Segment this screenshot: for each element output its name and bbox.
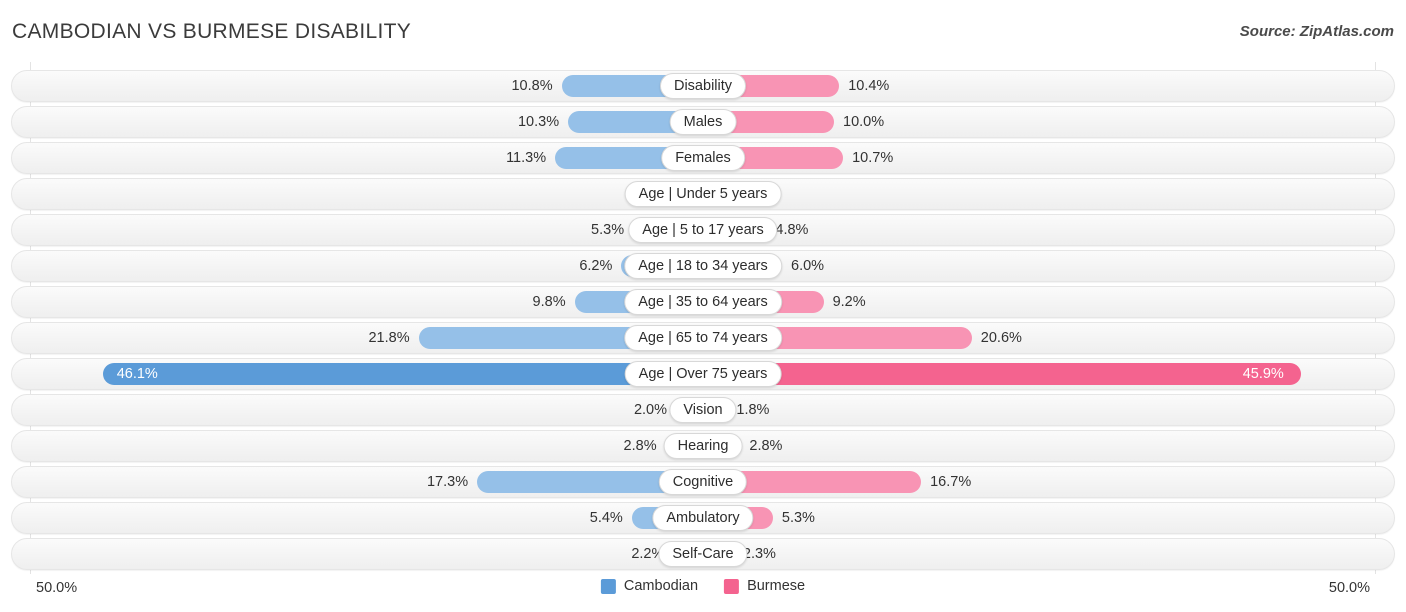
source-label: Source: ZipAtlas.com bbox=[1239, 23, 1394, 40]
value-label-cambodian: 5.4% bbox=[589, 510, 623, 526]
value-label-cambodian: 2.8% bbox=[623, 438, 657, 454]
table-row[interactable]: 46.1% 45.9% Age | Over 75 years bbox=[11, 358, 1395, 390]
table-row[interactable]: 21.8% 20.6% Age | 65 to 74 years bbox=[11, 322, 1395, 354]
row-category-label[interactable]: Males bbox=[669, 109, 737, 135]
value-label-cambodian: 2.0% bbox=[633, 402, 667, 418]
row-category-label[interactable]: Ambulatory bbox=[652, 505, 754, 531]
value-label-burmese: 10.7% bbox=[852, 150, 894, 166]
value-label-cambodian: 10.8% bbox=[511, 78, 553, 94]
value-label-cambodian: 10.3% bbox=[517, 114, 560, 130]
legend: Cambodian Burmese bbox=[600, 578, 805, 594]
value-label-burmese: 9.2% bbox=[832, 294, 866, 310]
legend-label: Cambodian bbox=[623, 578, 699, 594]
bar-cambodian[interactable] bbox=[102, 363, 702, 385]
legend-item[interactable]: Burmese bbox=[724, 578, 805, 594]
value-label-burmese: 1.8% bbox=[736, 402, 770, 418]
table-row[interactable]: 17.3% 16.7% Cognitive bbox=[11, 466, 1395, 498]
legend-swatch-icon bbox=[600, 578, 616, 594]
row-category-label[interactable]: Disability bbox=[659, 73, 747, 99]
legend-swatch-icon bbox=[724, 578, 740, 594]
value-label-burmese: 45.9% bbox=[1242, 366, 1284, 382]
table-row[interactable]: 2.8% 2.8% Hearing bbox=[11, 430, 1395, 462]
table-row[interactable]: 6.2% 6.0% Age | 18 to 34 years bbox=[11, 250, 1395, 282]
value-label-cambodian: 46.1% bbox=[116, 366, 158, 382]
value-label-cambodian: 11.3% bbox=[506, 150, 547, 166]
value-label-burmese: 16.7% bbox=[930, 474, 972, 490]
table-row[interactable]: 10.3% 10.0% Males bbox=[11, 106, 1395, 138]
value-label-cambodian: 17.3% bbox=[426, 474, 469, 490]
chart-plot-area: 10.8% 10.4% Disability 10.3% 10.0% Males 11.3%… bbox=[0, 62, 1406, 574]
row-category-label[interactable]: Age | 65 to 74 years bbox=[624, 325, 782, 351]
chart-root: CAMBODIAN VS BURMESE DISABILITY Source: … bbox=[0, 0, 1406, 612]
table-row[interactable]: 5.3% 4.8% Age | 5 to 17 years bbox=[11, 214, 1395, 246]
value-label-cambodian: 9.8% bbox=[532, 294, 566, 310]
legend-item[interactable]: Cambodian bbox=[600, 578, 699, 594]
value-label-burmese: 4.8% bbox=[775, 222, 809, 238]
chart-header: CAMBODIAN VS BURMESE DISABILITY Source: … bbox=[0, 0, 1406, 62]
row-category-label[interactable]: Age | Over 75 years bbox=[624, 361, 782, 387]
axis-max-left-label: 50.0% bbox=[36, 580, 78, 596]
row-category-label[interactable]: Vision bbox=[669, 397, 737, 423]
row-category-label[interactable]: Age | 35 to 64 years bbox=[624, 289, 782, 315]
table-row[interactable]: 11.3% 10.7% Females bbox=[11, 142, 1395, 174]
value-label-cambodian: 6.2% bbox=[579, 258, 613, 274]
row-category-label[interactable]: Age | Under 5 years bbox=[624, 181, 782, 207]
value-label-burmese: 5.3% bbox=[781, 510, 815, 526]
axis-max-right-label: 50.0% bbox=[1328, 580, 1370, 596]
page-title: CAMBODIAN VS BURMESE DISABILITY bbox=[12, 20, 412, 43]
value-label-burmese: 6.0% bbox=[791, 258, 825, 274]
value-label-cambodian: 21.8% bbox=[368, 330, 410, 346]
table-row[interactable]: 2.2% 2.3% Self-Care bbox=[11, 538, 1395, 570]
table-row[interactable]: 5.4% 5.3% Ambulatory bbox=[11, 502, 1395, 534]
value-label-burmese: 2.8% bbox=[749, 438, 783, 454]
row-category-label[interactable]: Cognitive bbox=[658, 469, 748, 495]
row-category-label[interactable]: Hearing bbox=[663, 433, 743, 459]
row-category-label[interactable]: Age | 18 to 34 years bbox=[624, 253, 782, 279]
table-row[interactable]: 9.8% 9.2% Age | 35 to 64 years bbox=[11, 286, 1395, 318]
row-category-label[interactable]: Age | 5 to 17 years bbox=[628, 217, 778, 243]
legend-label: Burmese bbox=[747, 578, 806, 594]
value-label-burmese: 10.0% bbox=[843, 114, 885, 130]
table-row[interactable]: 1.2%1.1%Age | Under 5 years bbox=[11, 178, 1395, 210]
value-label-cambodian: 5.3% bbox=[591, 222, 625, 238]
bar-burmese[interactable] bbox=[704, 363, 1301, 385]
value-label-burmese: 10.4% bbox=[848, 78, 890, 94]
value-label-burmese: 20.6% bbox=[980, 330, 1022, 346]
row-category-label[interactable]: Self-Care bbox=[658, 541, 748, 567]
value-label-burmese: 2.3% bbox=[742, 546, 776, 562]
row-category-label[interactable]: Females bbox=[661, 145, 745, 171]
table-row[interactable]: 2.0% 1.8% Vision bbox=[11, 394, 1395, 426]
table-row[interactable]: 10.8% 10.4% Disability bbox=[11, 70, 1395, 102]
chart-footer: 50.0% 50.0% Cambodian Burmese bbox=[0, 574, 1406, 612]
